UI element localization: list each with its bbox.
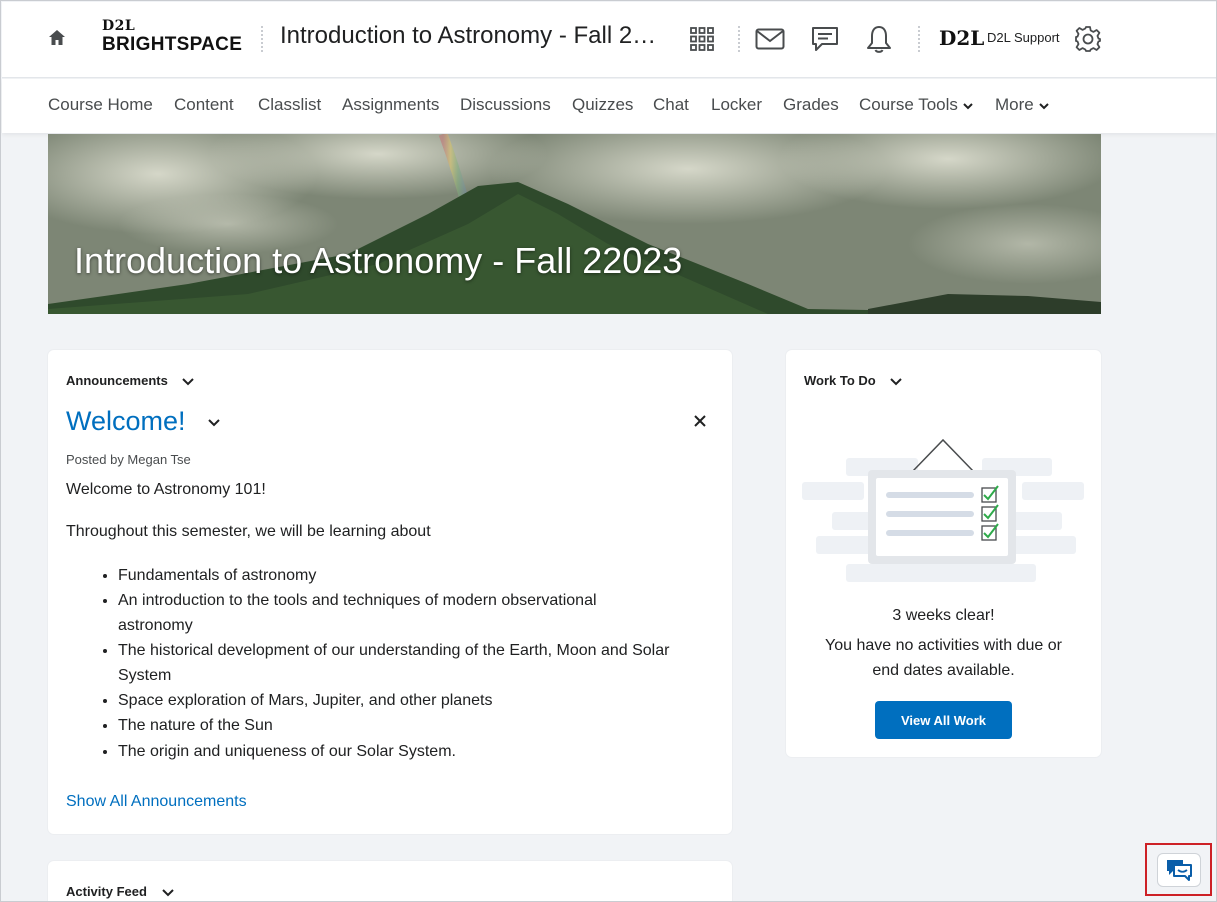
nav-course-home[interactable]: Course Home [48,95,153,115]
mail-icon[interactable] [753,22,787,56]
nav-quizzes[interactable]: Quizzes [572,95,633,115]
announcement-title-label: Welcome! [66,406,186,436]
header-divider [261,26,263,52]
topic-list: Fundamentals of astronomy An introductio… [118,563,718,764]
activity-feed-heading-label: Activity Feed [66,884,147,899]
list-item: The nature of the Sun [118,713,718,738]
posted-by: Posted by Megan Tse [66,452,191,467]
course-navbar: Course Home Content Classlist Assignment… [2,79,1216,133]
list-item: Fundamentals of astronomy [118,563,718,588]
org-logo[interactable]: D2L [939,26,984,50]
announcement-intro: Welcome to Astronomy 101! [66,481,266,498]
work-to-do-heading[interactable]: Work To Do [804,373,903,388]
announcement-lead: Throughout this semester, we will be lea… [66,523,431,540]
chevron-down-icon [1039,102,1049,109]
clipboard-checklist-illustration [802,438,1084,582]
brightspace-logo[interactable]: D2L BRIGHTSPACE [102,18,247,62]
show-all-announcements-link[interactable]: Show All Announcements [66,793,247,811]
course-selector-title[interactable]: Introduction to Astronomy - Fall 22... [280,22,660,50]
nav-locker[interactable]: Locker [711,95,762,115]
chevron-down-icon[interactable] [889,377,903,387]
no-activities-text-line1: You have no activities with due or [825,637,1062,654]
view-all-work-button[interactable]: View All Work [875,701,1012,739]
home-icon[interactable] [47,28,67,48]
list-item: Space exploration of Mars, Jupiter, and … [118,688,718,713]
nav-grades[interactable]: Grades [783,95,839,115]
course-banner-image: Introduction to Astronomy - Fall 22023 [48,134,1101,314]
user-name[interactable]: D2L Support [987,30,1060,45]
chevron-down-icon[interactable] [181,377,195,387]
activity-feed-widget: Activity Feed [48,861,732,901]
nav-chat[interactable]: Chat [653,95,689,115]
nav-course-tools[interactable]: Course Tools [859,95,974,115]
list-item: The historical development of our unders… [118,638,688,688]
weeks-clear-text: 3 weeks clear! [892,607,995,624]
logo-d2l-text: D2L [102,18,136,34]
chevron-down-icon[interactable] [161,888,175,898]
banner-course-title: Introduction to Astronomy - Fall 22023 [74,240,683,281]
chat-bubbles-icon [1167,860,1192,881]
chevron-down-icon[interactable] [207,418,221,428]
nav-content[interactable]: Content [174,95,234,115]
announcements-heading[interactable]: Announcements [66,373,195,388]
mountain-landscape-image [48,134,1101,314]
highlight-box [1145,843,1212,896]
message-bubble-icon[interactable] [808,22,842,56]
list-item: The origin and uniqueness of our Solar S… [118,739,718,764]
top-header: D2L BRIGHTSPACE Introduction to Astronom… [2,2,1216,78]
bell-icon[interactable] [862,22,896,56]
page-frame: D2L BRIGHTSPACE Introduction to Astronom… [0,0,1217,902]
waffle-grid-icon[interactable] [685,22,719,56]
nav-more-label: More [995,95,1034,114]
activity-feed-heading[interactable]: Activity Feed [66,884,175,899]
work-to-do-widget: Work To Do 3 weeks clear! You have no ac… [786,350,1101,757]
chevron-down-icon [963,102,973,109]
nav-course-tools-label: Course Tools [859,95,958,114]
nav-more[interactable]: More [995,95,1050,115]
chat-support-button[interactable] [1157,853,1201,887]
announcement-title[interactable]: Welcome! [66,406,221,437]
header-divider [738,26,740,52]
nav-classlist[interactable]: Classlist [258,95,321,115]
dismiss-announcement-icon[interactable] [691,412,709,430]
gear-icon[interactable] [1071,22,1105,56]
announcements-heading-label: Announcements [66,373,168,388]
logo-brightspace-text: BRIGHTSPACE [102,34,243,55]
announcements-widget: Announcements Welcome! Posted by Megan T… [48,350,732,834]
nav-assignments[interactable]: Assignments [342,95,439,115]
work-to-do-heading-label: Work To Do [804,373,876,388]
no-activities-text-line2: end dates available. [872,662,1015,679]
list-item: An introduction to the tools and techniq… [118,588,658,638]
nav-discussions[interactable]: Discussions [460,95,551,115]
header-divider [918,26,920,52]
